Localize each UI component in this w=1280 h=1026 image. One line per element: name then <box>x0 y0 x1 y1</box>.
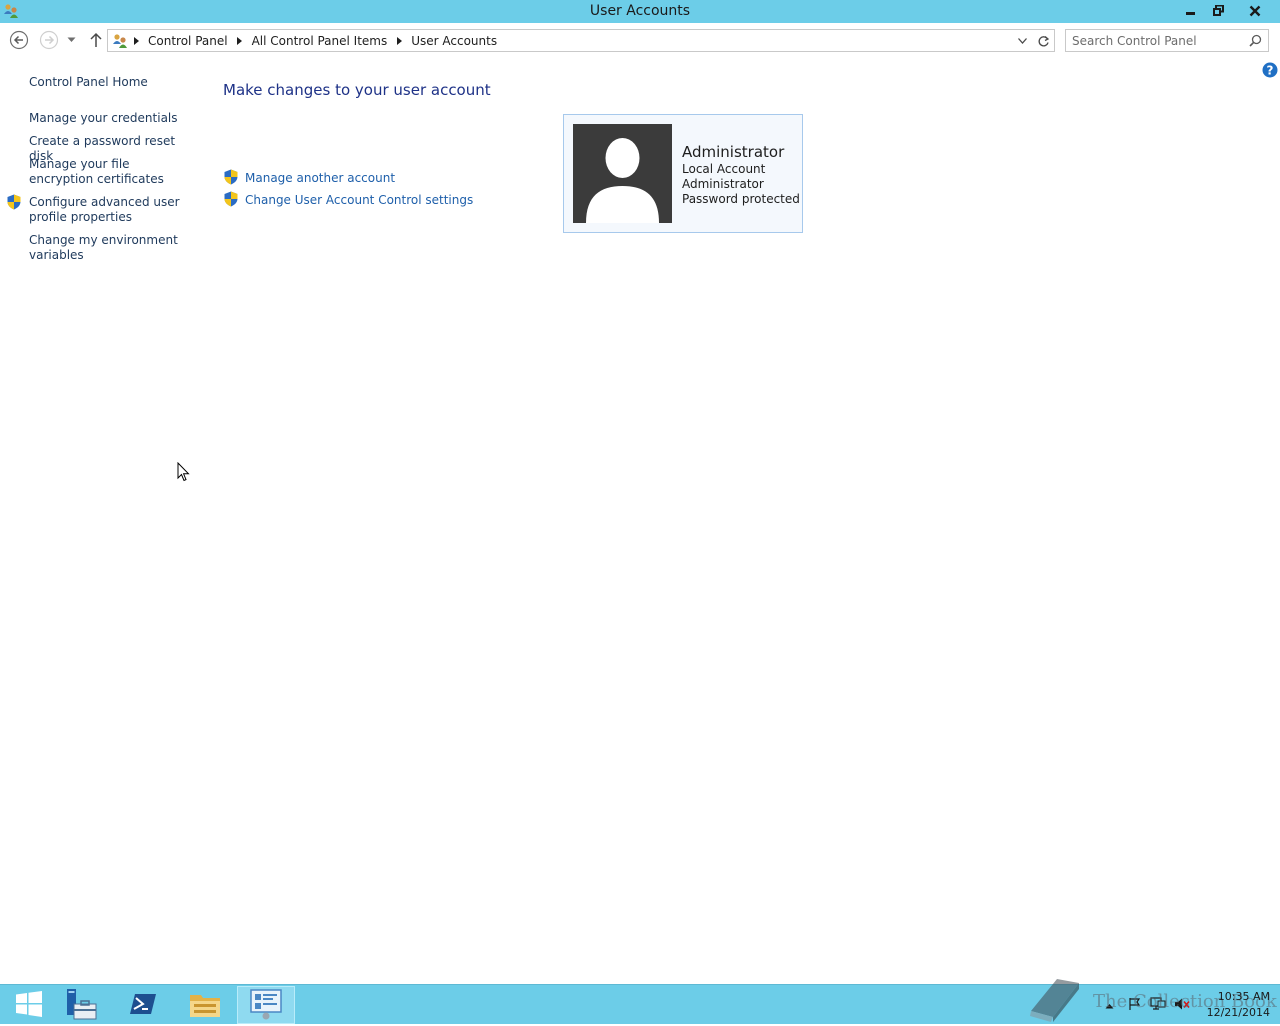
uac-shield-icon <box>223 191 239 210</box>
page-title: Make changes to your user account <box>223 81 491 99</box>
powershell-icon <box>129 990 157 1021</box>
back-button[interactable] <box>8 29 30 51</box>
start-icon <box>15 990 43 1021</box>
file-explorer-icon <box>188 989 222 1022</box>
start-button[interactable] <box>0 986 58 1024</box>
clock-date: 12/21/2014 <box>1206 1006 1270 1019</box>
help-icon[interactable]: ? <box>1262 62 1278 78</box>
uac-shield-icon <box>223 169 239 188</box>
configure-advanced-user-profile-properties-link[interactable]: Configure advanced user profile properti… <box>29 195 189 225</box>
user-avatar <box>573 124 672 223</box>
manage-credentials-link[interactable]: Manage your credentials <box>29 111 189 126</box>
breadcrumb: Control Panel All Control Panel Items Us… <box>112 33 501 49</box>
address-bar[interactable]: Control Panel All Control Panel Items Us… <box>107 29 1055 52</box>
minimize-button[interactable] <box>1178 0 1204 21</box>
server-manager-icon <box>64 987 98 1024</box>
search-box[interactable] <box>1065 29 1269 52</box>
search-icon[interactable] <box>1249 34 1262 50</box>
manage-another-account-task[interactable]: Manage another account <box>223 169 395 187</box>
window-title: User Accounts <box>589 3 691 19</box>
user-accounts-icon <box>249 988 283 1023</box>
file-explorer-taskbar-button[interactable] <box>176 986 234 1024</box>
title-bar: User Accounts <box>0 0 1280 23</box>
change-uac-settings-task[interactable]: Change User Account Control settings <box>223 191 473 209</box>
account-tile: Administrator Local Account Administrato… <box>563 114 803 233</box>
breadcrumb-control-panel[interactable]: Control Panel <box>144 34 232 48</box>
clock-time: 10:35 AM <box>1217 990 1270 1003</box>
powershell-taskbar-button[interactable] <box>114 986 172 1024</box>
manage-file-encryption-certificates-link[interactable]: Manage your file encryption certificates <box>29 157 189 187</box>
control-panel-icon <box>112 33 128 49</box>
book-icon <box>1027 977 1081 1026</box>
restore-button[interactable] <box>1205 0 1231 21</box>
uac-shield-icon <box>6 194 22 213</box>
recent-locations-chevron-down-icon[interactable] <box>64 29 78 51</box>
server-manager-taskbar-button[interactable] <box>52 986 110 1024</box>
address-history-chevron-down-icon[interactable] <box>1015 34 1029 48</box>
account-status: Password protected <box>682 192 800 206</box>
breadcrumb-separator-icon[interactable] <box>391 37 407 45</box>
close-button[interactable] <box>1232 0 1278 21</box>
svg-text:?: ? <box>1267 64 1274 78</box>
account-role: Administrator <box>682 177 764 191</box>
mouse-cursor-icon <box>177 461 190 486</box>
change-uac-settings-link[interactable]: Change User Account Control settings <box>245 193 473 207</box>
navigation-bar: Control Panel All Control Panel Items Us… <box>0 23 1280 59</box>
control-panel-home-link[interactable]: Control Panel Home <box>29 75 189 90</box>
refresh-icon[interactable] <box>1036 34 1050 48</box>
account-name: Administrator <box>682 143 785 161</box>
search-input[interactable] <box>1072 32 1242 49</box>
breadcrumb-all-control-panel-items[interactable]: All Control Panel Items <box>248 34 392 48</box>
up-arrow-button[interactable] <box>85 29 107 51</box>
taskbar-clock[interactable]: 10:35 AM 12/21/2014 <box>1204 989 1270 1021</box>
breadcrumb-user-accounts[interactable]: User Accounts <box>407 34 501 48</box>
account-type: Local Account <box>682 162 766 176</box>
manage-another-account-link[interactable]: Manage another account <box>245 171 395 185</box>
change-environment-variables-link[interactable]: Change my environment variables <box>29 233 189 263</box>
breadcrumb-separator-icon[interactable] <box>128 37 144 45</box>
user-accounts-taskbar-button[interactable] <box>237 986 295 1024</box>
forward-button[interactable] <box>38 29 60 51</box>
breadcrumb-separator-icon[interactable] <box>232 37 248 45</box>
